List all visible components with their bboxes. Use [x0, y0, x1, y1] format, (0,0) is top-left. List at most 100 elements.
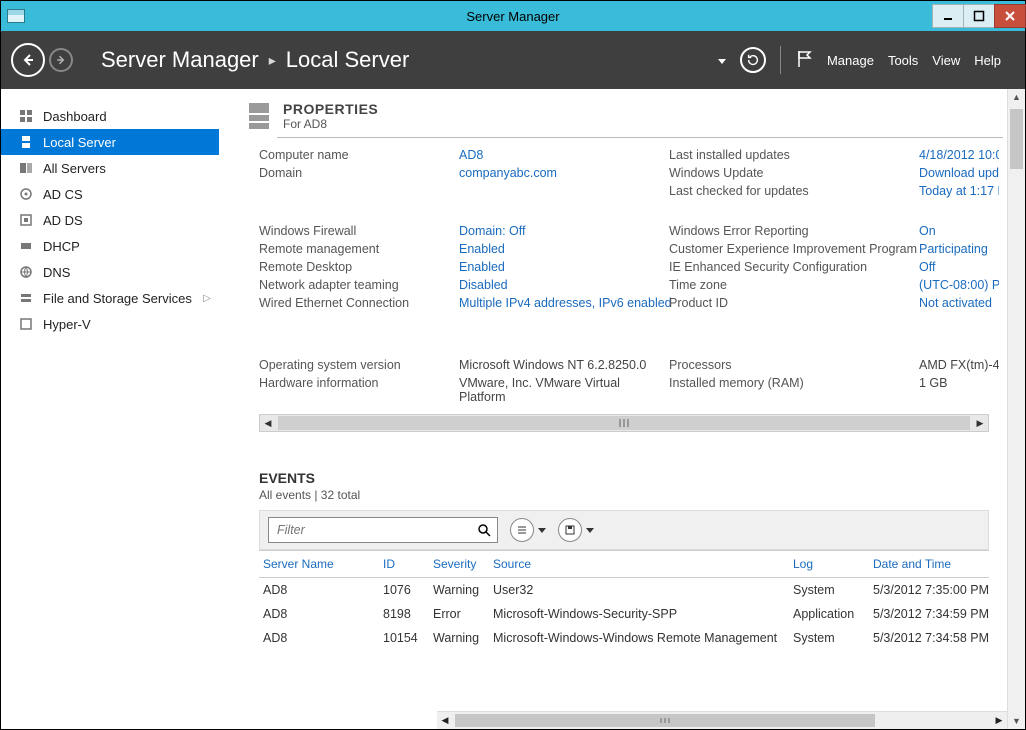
nic-teaming-link[interactable]: Disabled — [459, 278, 639, 292]
prop-label: Product ID — [669, 296, 919, 310]
servers-icon — [19, 161, 33, 175]
cell-severity: Error — [429, 602, 489, 626]
cell-id: 10154 — [379, 626, 429, 650]
wired-ethernet-link[interactable]: Multiple IPv4 addresses, IPv6 enabled — [459, 296, 669, 310]
sidebar-item-adcs[interactable]: AD CS — [1, 181, 219, 207]
properties-grid: Computer name AD8 Last installed updates… — [259, 148, 999, 404]
forward-button[interactable] — [49, 48, 73, 72]
save-query-button[interactable] — [558, 518, 594, 542]
prop-label: Processors — [669, 358, 919, 372]
remote-desktop-link[interactable]: Enabled — [459, 260, 639, 274]
sidebar-item-label: AD DS — [43, 213, 83, 228]
sidebar-item-dns[interactable]: DNS — [1, 259, 219, 285]
chevron-right-icon: ▸ — [269, 52, 276, 69]
col-log[interactable]: Log — [789, 551, 869, 577]
ie-esc-link[interactable]: Off — [919, 260, 999, 274]
last-checked-link[interactable]: Today at 1:17 PM — [919, 184, 999, 198]
cell-server: AD8 — [259, 626, 379, 650]
prop-label: Time zone — [669, 278, 919, 292]
scroll-right-button[interactable]: ▶ — [991, 712, 1007, 729]
sidebar-item-label: DNS — [43, 265, 70, 280]
back-button[interactable] — [11, 43, 45, 77]
events-title: EVENTS — [259, 470, 1003, 486]
content-vscroll[interactable]: ▲ ▼ — [1007, 89, 1025, 729]
cell-log: Application — [789, 602, 869, 626]
sidebar-item-all-servers[interactable]: All Servers — [1, 155, 219, 181]
events-table: Server Name ID Severity Source Log Date … — [259, 550, 989, 650]
properties-subtitle: For AD8 — [283, 117, 378, 131]
col-datetime[interactable]: Date and Time — [869, 551, 1007, 577]
cell-source: User32 — [489, 578, 789, 602]
search-icon[interactable] — [471, 523, 497, 537]
server-icon — [19, 135, 33, 149]
firewall-link[interactable]: Domain: Off — [459, 224, 639, 238]
os-version-value: Microsoft Windows NT 6.2.8250.0 — [459, 358, 669, 372]
divider — [277, 137, 1003, 138]
cell-datetime: 5/3/2012 7:34:58 PM — [869, 626, 1007, 650]
help-menu[interactable]: Help — [974, 53, 1001, 68]
cell-log: System — [789, 626, 869, 650]
prop-label: Last checked for updates — [669, 184, 919, 198]
scroll-left-button[interactable]: ◀ — [260, 415, 276, 431]
product-id-link[interactable]: Not activated — [919, 296, 999, 310]
server-glyph-icon — [249, 103, 269, 129]
last-updates-link[interactable]: 4/18/2012 10:05 — [919, 148, 999, 162]
sidebar-item-label: Local Server — [43, 135, 116, 150]
tools-menu[interactable]: Tools — [888, 53, 918, 68]
ribbon: Server Manager ▸ Local Server Manage Too… — [1, 31, 1025, 89]
memory-value: 1 GB — [919, 376, 999, 404]
filter-input[interactable] — [269, 523, 471, 537]
sidebar-item-dhcp[interactable]: DHCP — [1, 233, 219, 259]
scroll-left-button[interactable]: ◀ — [437, 712, 453, 729]
col-severity[interactable]: Severity — [429, 551, 489, 577]
sidebar-item-dashboard[interactable]: Dashboard — [1, 103, 219, 129]
table-row[interactable]: AD81076WarningUser32System5/3/2012 7:35:… — [259, 578, 989, 602]
prop-label: Last installed updates — [669, 148, 919, 162]
sidebar-item-local-server[interactable]: Local Server — [1, 129, 219, 155]
hyperv-icon — [19, 317, 33, 331]
breadcrumb-dropdown[interactable] — [718, 53, 726, 67]
manage-menu[interactable]: Manage — [827, 53, 874, 68]
query-button[interactable] — [510, 518, 546, 542]
remote-mgmt-link[interactable]: Enabled — [459, 242, 639, 256]
table-row[interactable]: AD88198ErrorMicrosoft-Windows-Security-S… — [259, 602, 989, 626]
error-reporting-link[interactable]: On — [919, 224, 999, 238]
cell-id: 8198 — [379, 602, 429, 626]
scroll-down-button[interactable]: ▼ — [1008, 713, 1025, 729]
ceip-link[interactable]: Participating — [919, 242, 999, 256]
prop-label: Computer name — [259, 148, 459, 162]
scroll-thumb[interactable] — [1010, 109, 1023, 169]
sidebar-item-hyperv[interactable]: Hyper-V — [1, 311, 219, 337]
domain-link[interactable]: companyabc.com — [459, 166, 639, 180]
cell-source: Microsoft-Windows-Windows Remote Managem… — [489, 626, 789, 650]
cell-severity: Warning — [429, 626, 489, 650]
view-menu[interactable]: View — [932, 53, 960, 68]
col-source[interactable]: Source — [489, 551, 789, 577]
dns-icon — [19, 265, 33, 279]
events-subtitle: All events | 32 total — [259, 488, 1003, 502]
sidebar-item-adds[interactable]: AD DS — [1, 207, 219, 233]
timezone-link[interactable]: (UTC-08:00) Paci — [919, 278, 999, 292]
properties-hscroll[interactable]: ◀ ▶ — [259, 414, 989, 432]
breadcrumb-current[interactable]: Local Server — [286, 47, 410, 73]
col-server[interactable]: Server Name — [259, 551, 379, 577]
scroll-up-button[interactable]: ▲ — [1008, 89, 1025, 105]
computer-name-link[interactable]: AD8 — [459, 148, 639, 162]
sidebar-item-label: AD CS — [43, 187, 83, 202]
cell-datetime: 5/3/2012 7:35:00 PM — [869, 578, 1007, 602]
adcs-icon — [19, 187, 33, 201]
col-id[interactable]: ID — [379, 551, 429, 577]
window-title: Server Manager — [1, 9, 1025, 24]
sidebar-item-label: All Servers — [43, 161, 106, 176]
notifications-flag-icon[interactable] — [795, 49, 813, 72]
sidebar: Dashboard Local Server All Servers AD CS… — [1, 89, 219, 729]
sidebar-item-label: DHCP — [43, 239, 80, 254]
table-row[interactable]: AD810154WarningMicrosoft-Windows-Windows… — [259, 626, 989, 650]
windows-update-link[interactable]: Download updat — [919, 166, 999, 180]
prop-label: Windows Error Reporting — [669, 224, 919, 238]
refresh-button[interactable] — [740, 47, 766, 73]
breadcrumb-root[interactable]: Server Manager — [101, 47, 259, 73]
content-hscroll[interactable]: ◀ ▶ — [437, 711, 1007, 729]
scroll-right-button[interactable]: ▶ — [972, 415, 988, 431]
sidebar-item-file-storage[interactable]: File and Storage Services ▷ — [1, 285, 219, 311]
